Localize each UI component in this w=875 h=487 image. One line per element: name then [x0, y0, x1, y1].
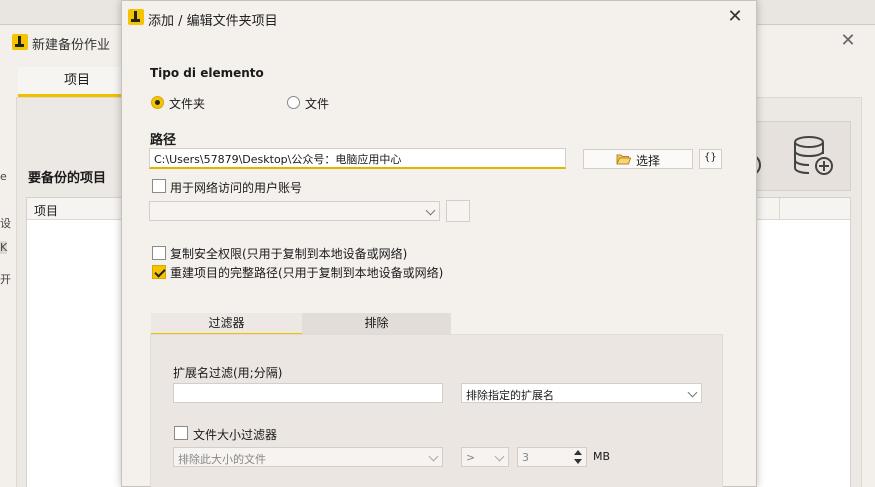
edge-fragment: 设	[0, 217, 11, 230]
element-type-label: Tipo di elemento	[150, 66, 264, 80]
browse-button-label: 选择	[636, 154, 661, 168]
edge-fragment: K	[0, 241, 8, 254]
filter-panel: 扩展名过滤(用;分隔) 排除指定的扩展名 文件大小过滤器 排除此大小的文件 > …	[150, 334, 723, 487]
path-label: 路径	[150, 133, 177, 148]
network-account-checkbox[interactable]	[152, 179, 166, 193]
column-header-item[interactable]: 项目	[34, 202, 58, 219]
ext-mode-value: 排除指定的扩展名	[466, 389, 554, 402]
path-input-value: C:\Users\57879\Desktop\公众号：电脑应用中心	[154, 153, 402, 166]
edge-fragment: e	[0, 170, 7, 183]
chevron-down-icon	[428, 451, 439, 462]
chevron-down-icon	[687, 387, 698, 398]
size-amount-value: 3	[522, 451, 529, 464]
chevron-down-icon	[425, 205, 436, 216]
folder-item-dialog: 添加 / 编辑文件夹项目 ✕ Tipo di elemento 文件夹 文件 路…	[121, 0, 757, 487]
variables-button[interactable]: {}	[699, 149, 722, 169]
tab-exclude[interactable]: 排除	[302, 313, 451, 335]
rebuild-path-label[interactable]: 重建项目的完整路径(只用于复制到本地设备或网络)	[170, 264, 443, 281]
chevron-down-icon	[494, 451, 505, 462]
size-mode-select[interactable]: 排除此大小的文件	[173, 447, 443, 467]
size-filter-checkbox[interactable]	[174, 426, 188, 440]
size-unit-label: MB	[593, 450, 611, 463]
items-section-heading: 要备份的项目	[28, 171, 107, 186]
dialog-title: 添加 / 编辑文件夹项目	[148, 14, 278, 29]
radio-file-label[interactable]: 文件	[305, 95, 329, 112]
tab-filter[interactable]: 过滤器	[151, 313, 302, 335]
tab-items[interactable]: 项目	[18, 67, 136, 97]
ext-filter-label: 扩展名过滤(用;分隔)	[173, 366, 283, 380]
rebuild-path-checkbox[interactable]	[152, 265, 166, 279]
browse-button[interactable]: 选择	[583, 149, 693, 169]
radio-file[interactable]	[287, 96, 300, 109]
copy-security-label[interactable]: 复制安全权限(只用于复制到本地设备或网络)	[170, 245, 407, 262]
add-database-icon[interactable]	[791, 135, 837, 179]
dialog-titlebar: 添加 / 编辑文件夹项目 ✕	[122, 1, 756, 34]
ext-mode-select[interactable]: 排除指定的扩展名	[461, 383, 702, 403]
network-account-edit-button[interactable]	[446, 200, 470, 222]
radio-folder[interactable]	[151, 96, 164, 109]
path-input[interactable]: C:\Users\57879\Desktop\公众号：电脑应用中心	[149, 148, 566, 169]
size-operator-select[interactable]: >	[461, 447, 509, 467]
size-mode-value: 排除此大小的文件	[178, 453, 266, 466]
folder-icon	[616, 154, 631, 165]
size-operator-value: >	[466, 451, 476, 464]
app-logo-icon	[128, 9, 144, 25]
network-account-label[interactable]: 用于网络访问的用户账号	[170, 179, 302, 196]
background-window-title: 新建备份作业	[32, 38, 111, 53]
variables-button-label: {}	[704, 152, 717, 163]
copy-security-checkbox[interactable]	[152, 246, 166, 260]
size-filter-label[interactable]: 文件大小过滤器	[193, 426, 277, 443]
spin-down-icon[interactable]	[574, 459, 582, 464]
edge-fragment: 开	[0, 273, 11, 286]
app-logo-icon	[12, 34, 28, 50]
radio-folder-label[interactable]: 文件夹	[169, 95, 205, 112]
spin-up-icon[interactable]	[574, 450, 582, 455]
ext-filter-input[interactable]	[173, 383, 443, 403]
background-close-button[interactable]: ✕	[838, 30, 858, 52]
dialog-close-button[interactable]: ✕	[723, 6, 747, 28]
network-account-select[interactable]	[149, 201, 440, 221]
size-amount-spinner[interactable]: 3	[517, 447, 587, 467]
